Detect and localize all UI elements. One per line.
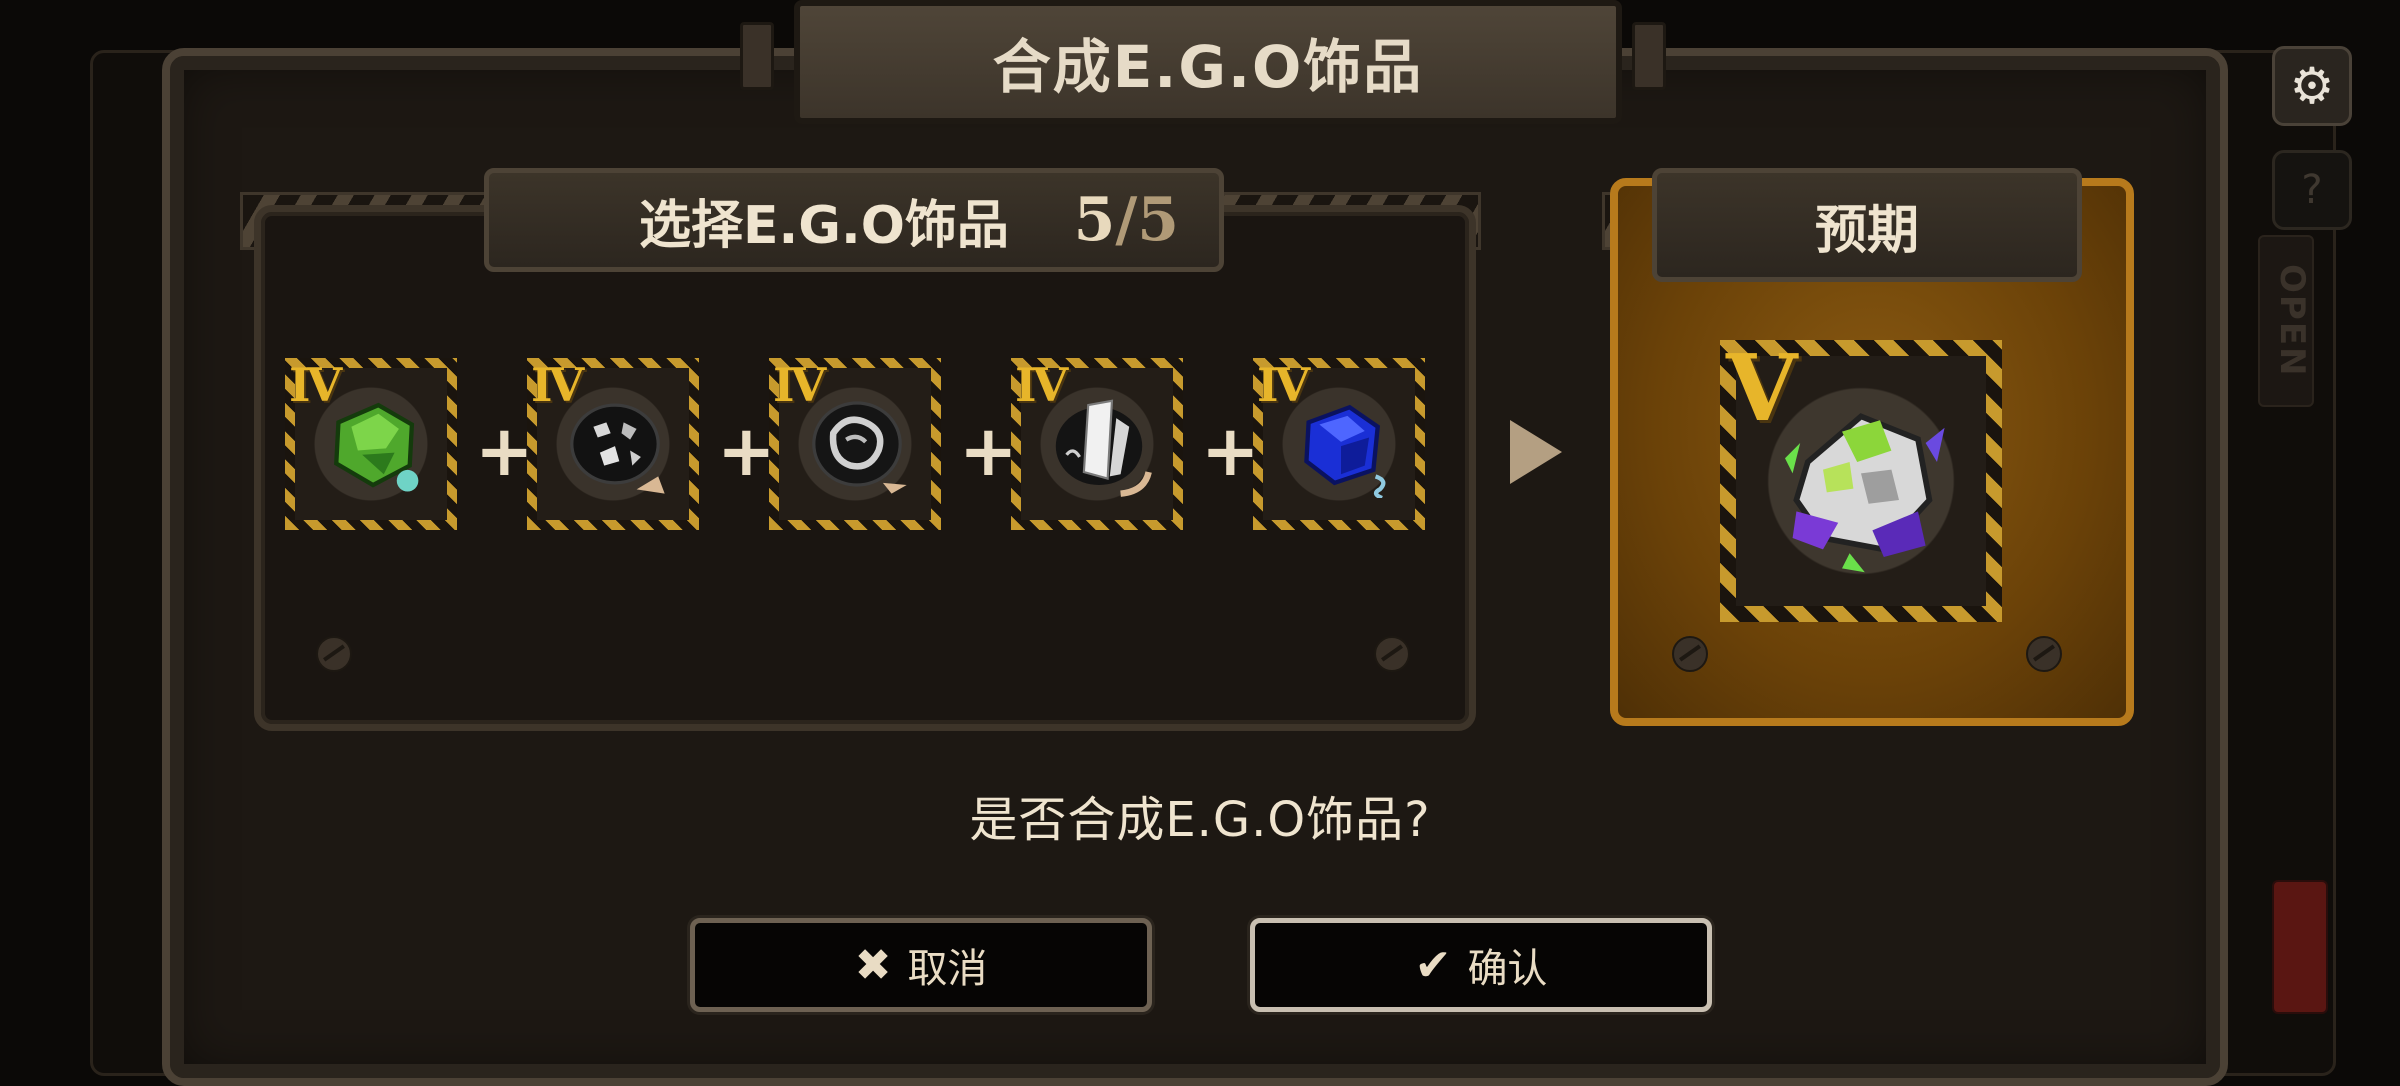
arrow-right-icon: [1510, 420, 1562, 484]
help-button[interactable]: ?: [2272, 150, 2352, 230]
plus-sign: +: [717, 410, 776, 492]
ingredient-row: IV + IV + IV + IV + IV: [285, 358, 1445, 542]
cancel-label: 取消: [907, 946, 988, 992]
ingredient-slot-3[interactable]: IV: [769, 358, 941, 530]
screw: [1672, 636, 1708, 672]
red-side-tab[interactable]: [2272, 880, 2328, 1014]
cancel-button[interactable]: ✖ 取消: [690, 918, 1152, 1012]
black-rock-icon: [570, 403, 665, 494]
screw: [2026, 636, 2062, 672]
dialog-title: 合成E.G.O饰品: [794, 0, 1622, 124]
plus-sign: +: [475, 410, 534, 492]
open-tag: OPEN: [2258, 235, 2314, 407]
selection-label: 选择E.G.O饰品: [639, 195, 1009, 256]
selection-counter: 5/5: [1073, 185, 1179, 255]
preview-label-plate: 预期: [1652, 168, 2082, 282]
title-bolt-left: [740, 22, 774, 90]
green-crystal-icon: [334, 402, 419, 492]
selection-label-plate: 选择E.G.O饰品 5/5: [484, 168, 1224, 272]
preview-label: 预期: [1814, 200, 1919, 261]
close-icon: ✖: [854, 939, 892, 991]
screw: [1374, 636, 1410, 672]
ingredient-slot-1[interactable]: IV: [285, 358, 457, 530]
check-icon: ✔: [1414, 939, 1452, 991]
plus-sign: +: [1201, 410, 1260, 492]
confirm-label: 确认: [1467, 946, 1548, 992]
result-slot[interactable]: V: [1720, 334, 2002, 622]
title-bolt-right: [1632, 22, 1666, 90]
question-icon: ?: [2301, 167, 2323, 213]
ingredient-slot-2[interactable]: IV: [527, 358, 699, 530]
blue-crystal-icon: [1304, 404, 1386, 498]
screw: [316, 636, 352, 672]
confirm-question: 是否合成E.G.O饰品?: [969, 792, 1431, 848]
plus-sign: +: [959, 410, 1018, 492]
settings-button[interactable]: ⚙: [2272, 46, 2352, 126]
mixed-crystal-rock-icon: [1785, 413, 1945, 573]
ingredient-slot-4[interactable]: IV: [1011, 358, 1183, 530]
ingredient-slot-5[interactable]: IV: [1253, 358, 1425, 530]
grey-ore-icon: [812, 401, 907, 494]
white-shard-icon: [1055, 399, 1152, 497]
confirm-button[interactable]: ✔ 确认: [1250, 918, 1712, 1012]
gear-icon: ⚙: [2289, 57, 2335, 115]
